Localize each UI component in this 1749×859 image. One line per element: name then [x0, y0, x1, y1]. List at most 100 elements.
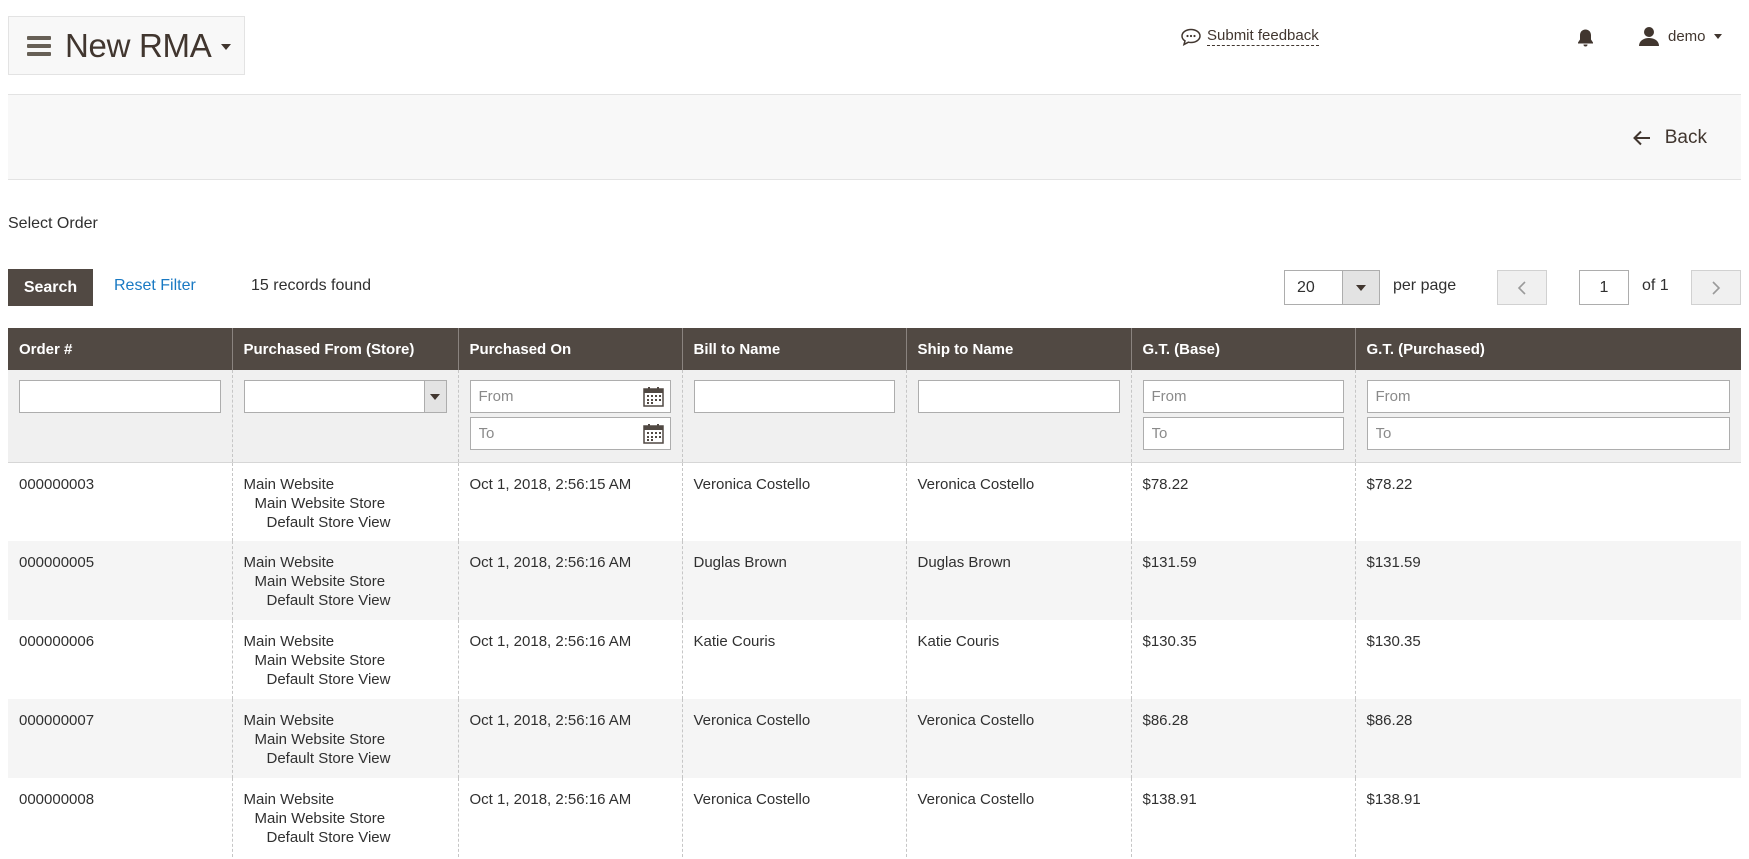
store-filter-select[interactable]: [243, 380, 447, 413]
bill-to-name: Veronica Costello: [681, 778, 906, 857]
order-number: 000000005: [8, 541, 232, 620]
column-header-purchased-on[interactable]: Purchased On: [457, 328, 682, 370]
chevron-right-icon: [1712, 280, 1721, 295]
column-header-store[interactable]: Purchased From (Store): [231, 328, 458, 370]
gt-purchased-from-input[interactable]: [1366, 380, 1730, 413]
calendar-icon[interactable]: [642, 386, 664, 407]
chevron-left-icon: [1517, 280, 1526, 295]
reset-filter-link[interactable]: Reset Filter: [114, 277, 196, 295]
order-filter-input[interactable]: [19, 380, 221, 413]
store-group: Main Website Store: [254, 573, 386, 590]
previous-page-button[interactable]: [1497, 270, 1547, 305]
gt-purchased: $78.22: [1354, 462, 1741, 541]
purchased-on: Oct 1, 2018, 2:56:16 AM: [457, 541, 682, 620]
store-website: Main Website: [243, 554, 335, 571]
arrow-left-icon: [1632, 130, 1650, 146]
user-name: demo: [1668, 27, 1706, 45]
column-header-bill-to[interactable]: Bill to Name: [681, 328, 906, 370]
table-row[interactable]: 000000008 Main Website Main Website Stor…: [8, 778, 1741, 857]
search-button[interactable]: Search: [8, 269, 93, 306]
gt-purchased: $130.35: [1354, 620, 1741, 699]
table-row[interactable]: 000000007 Main Website Main Website Stor…: [8, 699, 1741, 778]
bill-to-name: Katie Couris: [681, 620, 906, 699]
calendar-icon[interactable]: [642, 423, 664, 444]
store-view: Default Store View: [266, 750, 391, 767]
page-title: New RMA: [65, 26, 212, 64]
store-group: Main Website Store: [254, 494, 386, 512]
page-title-switcher[interactable]: New RMA: [8, 16, 245, 75]
store-website: Main Website: [243, 791, 335, 808]
gt-base: $86.28: [1130, 699, 1355, 778]
gt-purchased: $86.28: [1354, 699, 1741, 778]
store-view: Default Store View: [266, 671, 391, 688]
gt-base: $131.59: [1130, 541, 1355, 620]
column-header-gt-base[interactable]: G.T. (Base): [1130, 328, 1355, 370]
store-group: Main Website Store: [254, 810, 386, 827]
caret-down-icon: [1713, 33, 1722, 39]
store-cell: Main Website Main Website Store Default …: [231, 620, 458, 699]
gt-base-from-input[interactable]: [1142, 380, 1344, 413]
store-view: Default Store View: [266, 513, 391, 531]
per-page-select[interactable]: 20: [1284, 270, 1380, 305]
total-pages-label: of 1: [1642, 277, 1669, 294]
submit-feedback-link[interactable]: Submit feedback: [1180, 27, 1319, 46]
bill-to-name: Duglas Brown: [681, 541, 906, 620]
column-header-gt-purchased[interactable]: G.T. (Purchased): [1354, 328, 1741, 370]
purchased-on: Oct 1, 2018, 2:56:16 AM: [457, 699, 682, 778]
section-title: Select Order: [8, 215, 98, 232]
back-button[interactable]: Back: [1632, 127, 1707, 149]
order-number: 000000003: [8, 462, 232, 541]
store-cell: Main Website Main Website Store Default …: [231, 699, 458, 778]
store-view: Default Store View: [266, 829, 391, 846]
purchased-on: Oct 1, 2018, 2:56:16 AM: [457, 620, 682, 699]
table-row[interactable]: 000000006 Main Website Main Website Stor…: [8, 620, 1741, 699]
table-row[interactable]: 000000003 Main Website Main Website Stor…: [8, 462, 1741, 541]
column-header-ship-to[interactable]: Ship to Name: [905, 328, 1131, 370]
purchased-on: Oct 1, 2018, 2:56:15 AM: [457, 462, 682, 541]
bill-to-name: Veronica Costello: [681, 699, 906, 778]
gt-base-to-input[interactable]: [1142, 417, 1344, 450]
store-cell: Main Website Main Website Store Default …: [231, 541, 458, 620]
dropdown-arrow-icon: [423, 381, 446, 412]
records-found-count: 15 records found: [251, 277, 372, 294]
ship-to-name: Veronica Costello: [905, 462, 1131, 541]
next-page-button[interactable]: [1691, 270, 1741, 305]
table-row[interactable]: 000000005 Main Website Main Website Stor…: [8, 541, 1741, 620]
gt-purchased: $138.91: [1354, 778, 1741, 857]
orders-grid: Order # Purchased From (Store) Purchased…: [8, 328, 1741, 857]
gt-purchased: $131.59: [1354, 541, 1741, 620]
user-account-menu[interactable]: demo: [1638, 26, 1722, 46]
order-number: 000000007: [8, 699, 232, 778]
purchased-on-from-input[interactable]: [469, 380, 671, 413]
gt-base: $130.35: [1130, 620, 1355, 699]
per-page-label: per page: [1393, 277, 1457, 294]
ship-to-name: Duglas Brown: [905, 541, 1131, 620]
menu-icon: [27, 35, 51, 56]
dropdown-arrow-icon[interactable]: [1342, 271, 1379, 304]
store-website: Main Website: [243, 712, 335, 729]
gt-base: $138.91: [1130, 778, 1355, 857]
ship-to-name: Katie Couris: [905, 620, 1131, 699]
bill-to-name: Veronica Costello: [681, 462, 906, 541]
notifications-bell-icon[interactable]: [1576, 28, 1595, 53]
user-icon: [1639, 27, 1659, 46]
gt-purchased-to-input[interactable]: [1366, 417, 1730, 450]
caret-down-icon: [221, 44, 232, 50]
per-page-value: 20: [1297, 279, 1315, 296]
speech-bubble-icon: [1181, 28, 1201, 46]
ship-to-filter-input[interactable]: [917, 380, 1120, 413]
purchased-on: Oct 1, 2018, 2:56:16 AM: [457, 778, 682, 857]
purchased-on-to-input[interactable]: [469, 417, 671, 450]
order-number: 000000006: [8, 620, 232, 699]
bill-to-filter-input[interactable]: [693, 380, 895, 413]
current-page-input[interactable]: [1579, 270, 1629, 305]
filter-row: [8, 370, 1741, 463]
store-website: Main Website: [243, 633, 335, 650]
page-actions-bar: Back: [8, 95, 1741, 180]
feedback-label: Submit feedback: [1207, 27, 1319, 46]
store-group: Main Website Store: [254, 731, 386, 748]
ship-to-name: Veronica Costello: [905, 778, 1131, 857]
column-header-order[interactable]: Order #: [8, 328, 232, 370]
store-cell: Main Website Main Website Store Default …: [231, 778, 458, 857]
ship-to-name: Veronica Costello: [905, 699, 1131, 778]
